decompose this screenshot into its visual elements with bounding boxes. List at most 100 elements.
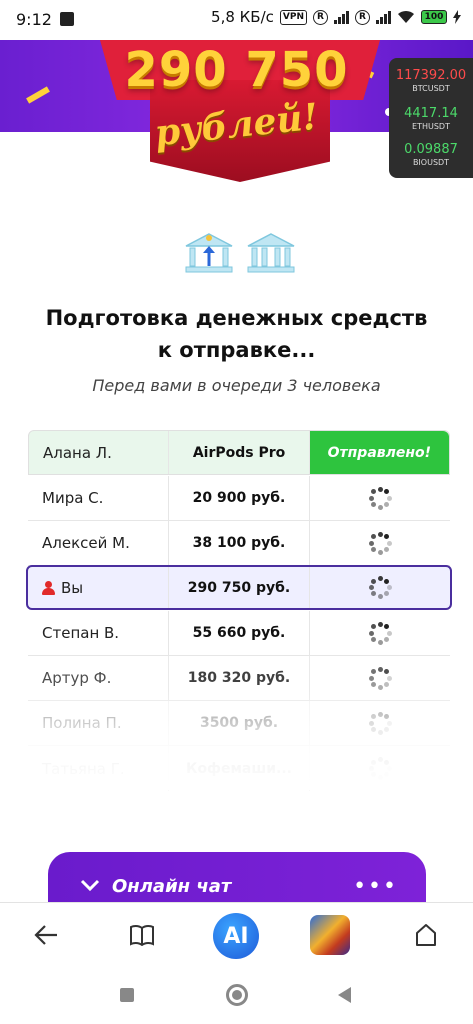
notification-icon bbox=[60, 12, 74, 26]
loading-spinner-icon bbox=[368, 486, 392, 510]
ai-label: AI bbox=[223, 923, 249, 949]
recents-icon[interactable] bbox=[120, 988, 134, 1002]
row-amount: 55 660 руб. bbox=[169, 611, 310, 655]
spinner-dot bbox=[383, 578, 389, 584]
spinner-dot bbox=[371, 489, 377, 495]
loading-spinner-icon bbox=[368, 666, 392, 690]
spinner-dot bbox=[383, 591, 389, 597]
spinner-dot bbox=[371, 578, 377, 584]
row-name: Алана Л. bbox=[29, 431, 170, 474]
signal-icon-2 bbox=[376, 10, 391, 24]
spinner-dot bbox=[371, 726, 377, 732]
row-name: Алексей М. bbox=[28, 521, 169, 565]
sent-badge: Отправлено! bbox=[309, 431, 449, 474]
row-name: Мира С. bbox=[28, 476, 169, 520]
spinner-dot bbox=[377, 757, 383, 762]
row-amount: 290 750 руб. bbox=[169, 567, 310, 608]
spinner-dot bbox=[371, 501, 377, 507]
row-status bbox=[310, 567, 450, 608]
spinner-dot bbox=[383, 681, 389, 687]
system-back-icon[interactable] bbox=[338, 987, 351, 1003]
spinner-dot bbox=[386, 630, 392, 636]
chevron-down-icon[interactable] bbox=[80, 878, 100, 892]
spinner-dot bbox=[386, 540, 392, 546]
spinner-dot bbox=[377, 775, 383, 780]
ticker-symbol: ETHUSDT bbox=[412, 122, 450, 131]
ticker-btc: 117392.00 BTCUSDT bbox=[389, 68, 473, 93]
table-row-sent: Алана Л. AirPods Pro Отправлено! bbox=[28, 430, 450, 475]
ticker-value: 117392.00 bbox=[395, 68, 467, 83]
row-amount: 20 900 руб. bbox=[169, 476, 310, 520]
more-options-icon[interactable]: ••• bbox=[353, 874, 398, 899]
signal-icon-1 bbox=[334, 10, 349, 24]
wifi-icon bbox=[398, 10, 414, 23]
spinner-dot bbox=[371, 546, 377, 552]
spinner-dot bbox=[383, 636, 389, 642]
home-button[interactable] bbox=[406, 915, 446, 955]
spinner-dot bbox=[377, 684, 383, 690]
queue-table: Алана Л. AirPods Pro Отправлено! Мира С.… bbox=[26, 430, 452, 791]
browser-bottom-nav: AI bbox=[0, 902, 473, 968]
spinner-dot bbox=[368, 675, 374, 681]
spinner-dot bbox=[377, 711, 383, 717]
battery-icon: 100 bbox=[421, 10, 447, 24]
table-row: Полина П. 3500 руб. bbox=[28, 701, 450, 746]
spinner-dot bbox=[383, 534, 389, 540]
table-row: Степан В. 55 660 руб. bbox=[28, 611, 450, 656]
home-icon bbox=[416, 924, 436, 946]
row-status bbox=[310, 746, 450, 791]
chat-title[interactable]: Онлайн чат bbox=[112, 876, 231, 897]
spinner-dot bbox=[371, 636, 377, 642]
ticker-bio: 0.09887 BIOUSDT bbox=[389, 142, 473, 167]
row-status bbox=[310, 476, 450, 520]
spinner-dot bbox=[383, 546, 389, 552]
arrow-left-icon bbox=[34, 925, 57, 945]
row-status bbox=[310, 656, 450, 700]
spinner-dot bbox=[386, 766, 392, 771]
row-prize: AirPods Pro bbox=[169, 431, 310, 474]
reader-button[interactable] bbox=[122, 915, 162, 955]
spinner-dot bbox=[368, 585, 374, 590]
table-row: Татьяна Г. Кофемаши... bbox=[28, 746, 450, 791]
row-name-you: Вы bbox=[28, 567, 169, 608]
game-shortcut-button[interactable] bbox=[310, 915, 350, 955]
spinner-dot bbox=[386, 585, 392, 590]
spinner-dot bbox=[371, 534, 377, 540]
spinner-dot bbox=[377, 621, 383, 627]
row-status bbox=[310, 521, 450, 565]
system-home-icon[interactable] bbox=[226, 984, 248, 1006]
table-row: Алексей М. 38 100 руб. bbox=[28, 521, 450, 566]
page-title-line1: Подготовка денежных средств bbox=[45, 306, 428, 330]
table-row: Артур Ф. 180 320 руб. bbox=[28, 656, 450, 701]
game-thumbnail-icon bbox=[310, 915, 350, 955]
status-right: 5,8 КБ/с VPN R R 100 bbox=[211, 8, 461, 26]
charging-icon bbox=[453, 10, 461, 24]
row-amount: Кофемаши... bbox=[169, 746, 310, 791]
spinner-dot bbox=[371, 669, 377, 675]
spinner-dot bbox=[377, 594, 383, 599]
row-amount: 3500 руб. bbox=[169, 701, 310, 745]
system-nav-bar bbox=[0, 968, 473, 1024]
back-button[interactable] bbox=[26, 915, 66, 955]
spinner-dot bbox=[368, 630, 374, 636]
person-icon bbox=[42, 580, 55, 595]
spinner-dot bbox=[371, 772, 377, 778]
spinner-dot bbox=[371, 759, 377, 765]
spinner-dot bbox=[386, 675, 392, 681]
roaming-icon-1: R bbox=[313, 9, 328, 25]
spinner-dot bbox=[368, 720, 374, 726]
bank-receive-icon bbox=[247, 233, 295, 273]
spinner-dot bbox=[377, 576, 383, 581]
loading-spinner-icon bbox=[368, 531, 392, 555]
spinner-dot bbox=[383, 759, 389, 765]
table-row: Мира С. 20 900 руб. bbox=[28, 476, 450, 521]
queue-subtitle: Перед вами в очереди 3 человека bbox=[92, 376, 381, 395]
crypto-ticker-widget[interactable]: 117392.00 BTCUSDT 4417.14 ETHUSDT 0.0988… bbox=[389, 58, 473, 178]
ai-assistant-button[interactable]: AI bbox=[213, 913, 259, 959]
status-bar: 9:12 5,8 КБ/с VPN R R 100 bbox=[0, 0, 473, 40]
row-amount: 38 100 руб. bbox=[169, 521, 310, 565]
spinner-dot bbox=[383, 624, 389, 630]
spinner-dot bbox=[371, 624, 377, 630]
loading-spinner-icon bbox=[368, 757, 392, 781]
ticker-eth: 4417.14 ETHUSDT bbox=[389, 106, 473, 131]
